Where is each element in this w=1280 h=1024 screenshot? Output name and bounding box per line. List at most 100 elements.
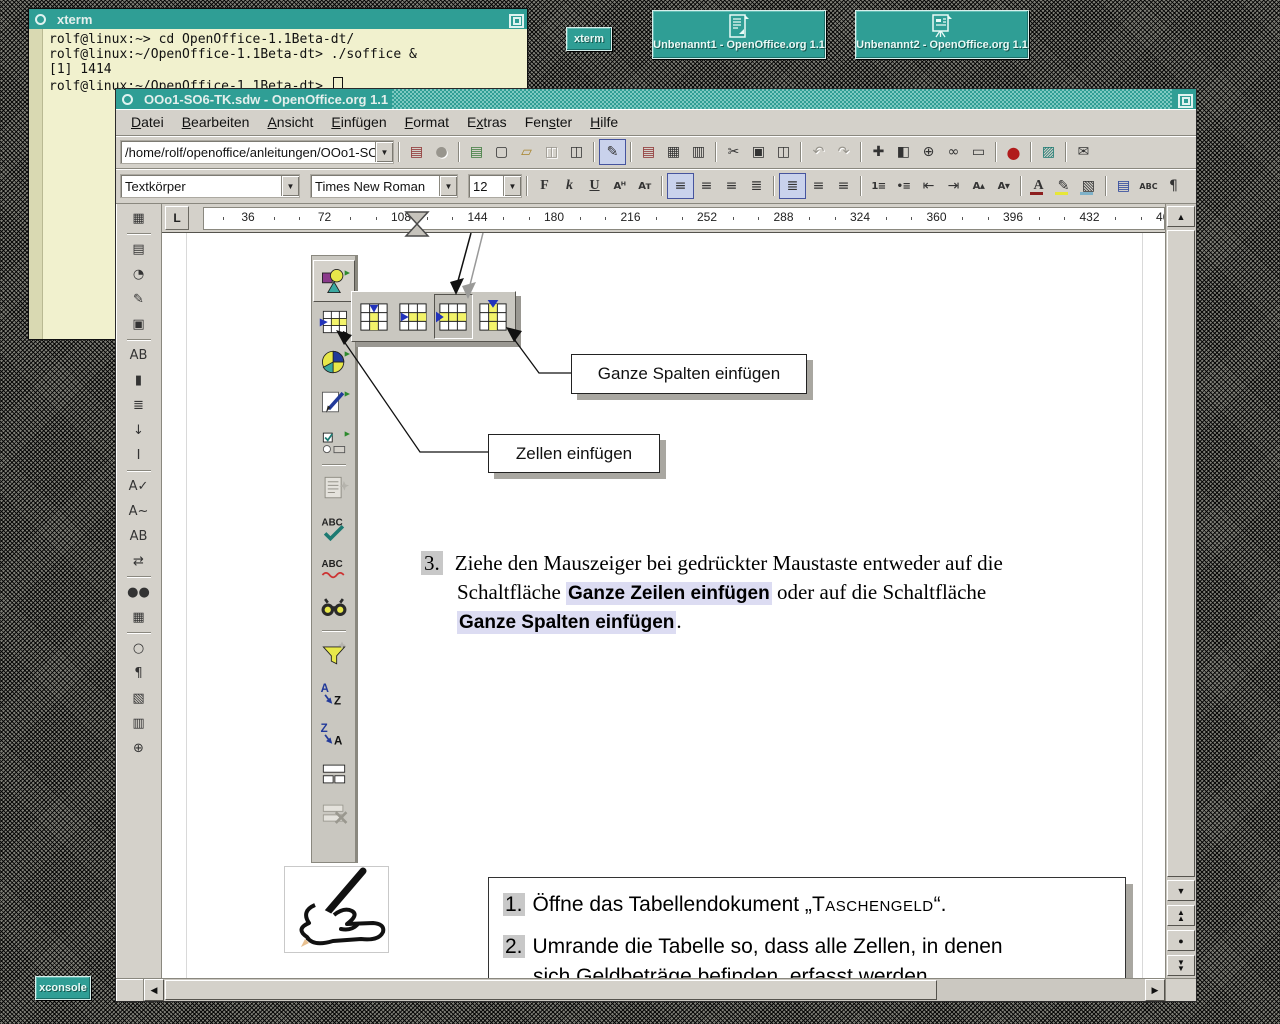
printer-icon[interactable]: ▦ — [661, 140, 686, 164]
horizontal-scroll-thumb[interactable] — [165, 980, 937, 1000]
decrease-indent-button[interactable]: ⇤ — [916, 174, 941, 198]
font-size-combobox[interactable]: 12 ▼ — [468, 174, 522, 198]
decrease-font-button[interactable]: A▾ — [991, 174, 1016, 198]
menu-extras[interactable]: Extras — [458, 114, 516, 130]
tab-type-selector[interactable]: L — [165, 206, 189, 230]
scroll-left-icon[interactable]: ◀ — [144, 979, 164, 1001]
record-macro-icon[interactable]: ● — [1001, 140, 1026, 164]
menu-einfgen[interactable]: Einfügen — [322, 114, 395, 130]
new-document-icon[interactable]: ▢ — [489, 140, 514, 164]
insert-icon[interactable]: ▤ — [125, 237, 153, 262]
document-paragraph-3[interactable]: 3.Ziehe den Mauszeiger bei gedrückter Ma… — [421, 549, 1157, 636]
draw-functions-icon[interactable]: ✎ — [125, 287, 153, 312]
url-value[interactable]: /home/rolf/openoffice/anleitungen/OOo1-S… — [121, 145, 375, 160]
xterm-titlebar[interactable]: xterm — [29, 9, 527, 29]
autotext-icon[interactable]: AB — [125, 343, 153, 368]
bold-button[interactable]: F — [532, 174, 557, 198]
bullet-list-button[interactable]: •≡ — [891, 174, 916, 198]
hyperlink-bar-icon[interactable]: ⊕ — [125, 736, 153, 761]
menu-bearbeiten[interactable]: Bearbeiten — [173, 114, 259, 130]
justify-button[interactable]: ≣ — [744, 174, 769, 198]
window-titlebar[interactable]: OOo1-SO6-TK.sdw - OpenOffice.org 1.1 — [116, 89, 1196, 109]
paragraph-style-combobox[interactable]: Textkörper ▼ — [120, 174, 300, 198]
minimized-window-unbenannt2[interactable]: Unbenannt2 - OpenOffice.org 1.1 — [855, 10, 1029, 59]
stylist-icon[interactable]: ◧ — [891, 140, 916, 164]
data-sources-icon[interactable]: ▦ — [125, 605, 153, 630]
horizontal-scroll-track[interactable] — [164, 979, 1145, 1001]
graphics-toggle-icon[interactable]: ▧ — [125, 686, 153, 711]
superscript-button[interactable]: Aᴴ — [607, 174, 632, 198]
form-functions-icon[interactable]: ▣ — [125, 312, 153, 337]
autocorrect-button[interactable]: ABC — [1136, 174, 1161, 198]
next-page-icon[interactable]: ▼▼ — [1167, 955, 1195, 976]
scroll-down-icon[interactable]: ▼ — [1167, 880, 1195, 901]
print-document-icon[interactable]: ▤ — [636, 140, 661, 164]
page-preview-icon[interactable]: ▥ — [686, 140, 711, 164]
document-view[interactable]: ABCABCAZZA Ganz — [162, 233, 1165, 978]
navigation-dot-icon[interactable]: ● — [1167, 930, 1195, 951]
gallery-icon[interactable]: ▨ — [1036, 140, 1061, 164]
xconsole-minimized-icon[interactable]: xconsole — [35, 976, 91, 1000]
highlighting-button[interactable]: ✎ — [1051, 174, 1076, 198]
new-from-template-icon[interactable]: ▤ — [464, 140, 489, 164]
paragraph-dialog-button[interactable]: ¶ — [1161, 174, 1186, 198]
underline-button[interactable]: U — [582, 174, 607, 198]
align-center-button[interactable]: ≡ — [694, 174, 719, 198]
edit-document-icon[interactable]: ▤ — [404, 140, 429, 164]
paragraph-background-button[interactable]: ▧ — [1076, 174, 1101, 198]
paste-icon[interactable]: ◫ — [771, 140, 796, 164]
send-mail-icon[interactable]: ✉ — [1071, 140, 1096, 164]
find-replace-icon[interactable]: AB — [125, 524, 153, 549]
italic-button[interactable]: k — [557, 174, 582, 198]
window-menu-icon[interactable] — [32, 12, 49, 27]
xterm-minimized-icon[interactable]: xterm — [566, 27, 612, 51]
align-left-button[interactable]: ≡ — [667, 173, 694, 199]
insert-object-icon[interactable]: ◔ — [125, 262, 153, 287]
minimized-window-unbenannt1[interactable]: Unbenannt1 - OpenOffice.org 1.1 — [652, 10, 826, 59]
chevron-down-icon[interactable]: ▼ — [281, 176, 299, 196]
insert-table-icon[interactable]: ▦ — [125, 206, 153, 231]
maximize-icon[interactable] — [507, 12, 524, 27]
vertical-scroll-thumb[interactable] — [1167, 230, 1195, 877]
paragraph-style-value[interactable]: Textkörper — [121, 179, 281, 194]
cut-icon[interactable]: ✂ — [721, 140, 746, 164]
numbering-icon[interactable]: ≣ — [125, 393, 153, 418]
scroll-right-icon[interactable]: ▶ — [1145, 979, 1165, 1001]
line-spacing-15-button[interactable]: ≡ — [806, 174, 831, 198]
url-combobox[interactable]: /home/rolf/openoffice/anleitungen/OOo1-S… — [120, 140, 394, 164]
insert-hyperlink-icon[interactable]: ∞ — [941, 140, 966, 164]
line-spacing-2-button[interactable]: ≡ — [831, 174, 856, 198]
increase-indent-button[interactable]: ⇥ — [941, 174, 966, 198]
scroll-up-icon[interactable]: ▲ — [1167, 206, 1195, 227]
xterm-scrollbar[interactable] — [29, 29, 43, 339]
insert-index-icon[interactable]: ↓ — [125, 418, 153, 443]
align-right-button[interactable]: ≡ — [719, 174, 744, 198]
chevron-down-icon[interactable]: ▼ — [503, 176, 521, 196]
navigator-icon[interactable]: ✚ — [866, 140, 891, 164]
window-menu-icon[interactable] — [119, 92, 136, 107]
zoom-icon[interactable]: ○ — [125, 636, 153, 661]
menu-format[interactable]: Format — [396, 114, 458, 130]
menu-hilfe[interactable]: Hilfe — [581, 114, 627, 130]
exercise-text-frame[interactable]: 1.Öffne das Tabellendokument „Taschengel… — [488, 877, 1126, 978]
menu-datei[interactable]: Datei — [122, 114, 173, 130]
increase-font-button[interactable]: A▴ — [966, 174, 991, 198]
previous-page-icon[interactable]: ▲▲ — [1167, 905, 1195, 926]
thesaurus-icon[interactable]: ⇄ — [125, 549, 153, 574]
chevron-down-icon[interactable]: ▼ — [375, 142, 393, 162]
horizontal-scrollbar[interactable]: ◀ ▶ — [116, 978, 1196, 1001]
search-icon[interactable]: ●● — [125, 580, 153, 605]
menu-ansicht[interactable]: Ansicht — [258, 114, 322, 130]
font-size-value[interactable]: 12 — [469, 179, 503, 194]
fullscreen-icon[interactable]: ▭ — [966, 140, 991, 164]
copy-icon[interactable]: ▣ — [746, 140, 771, 164]
hyperlink-dialog-icon[interactable]: ⊕ — [916, 140, 941, 164]
menu-fenster[interactable]: Fenster — [516, 114, 581, 130]
vertical-scrollbar[interactable]: ▲ ▼ ▲▲ ● ▼▼ — [1165, 204, 1196, 978]
numbered-list-button[interactable]: 1≡ — [866, 174, 891, 198]
font-name-value[interactable]: Times New Roman — [311, 179, 439, 194]
autospellcheck-icon[interactable]: A~ — [125, 499, 153, 524]
online-layout-icon[interactable]: ▥ — [125, 711, 153, 736]
character-dialog-button[interactable]: ▤ — [1111, 174, 1136, 198]
nonprinting-characters-icon[interactable]: ¶ — [125, 661, 153, 686]
